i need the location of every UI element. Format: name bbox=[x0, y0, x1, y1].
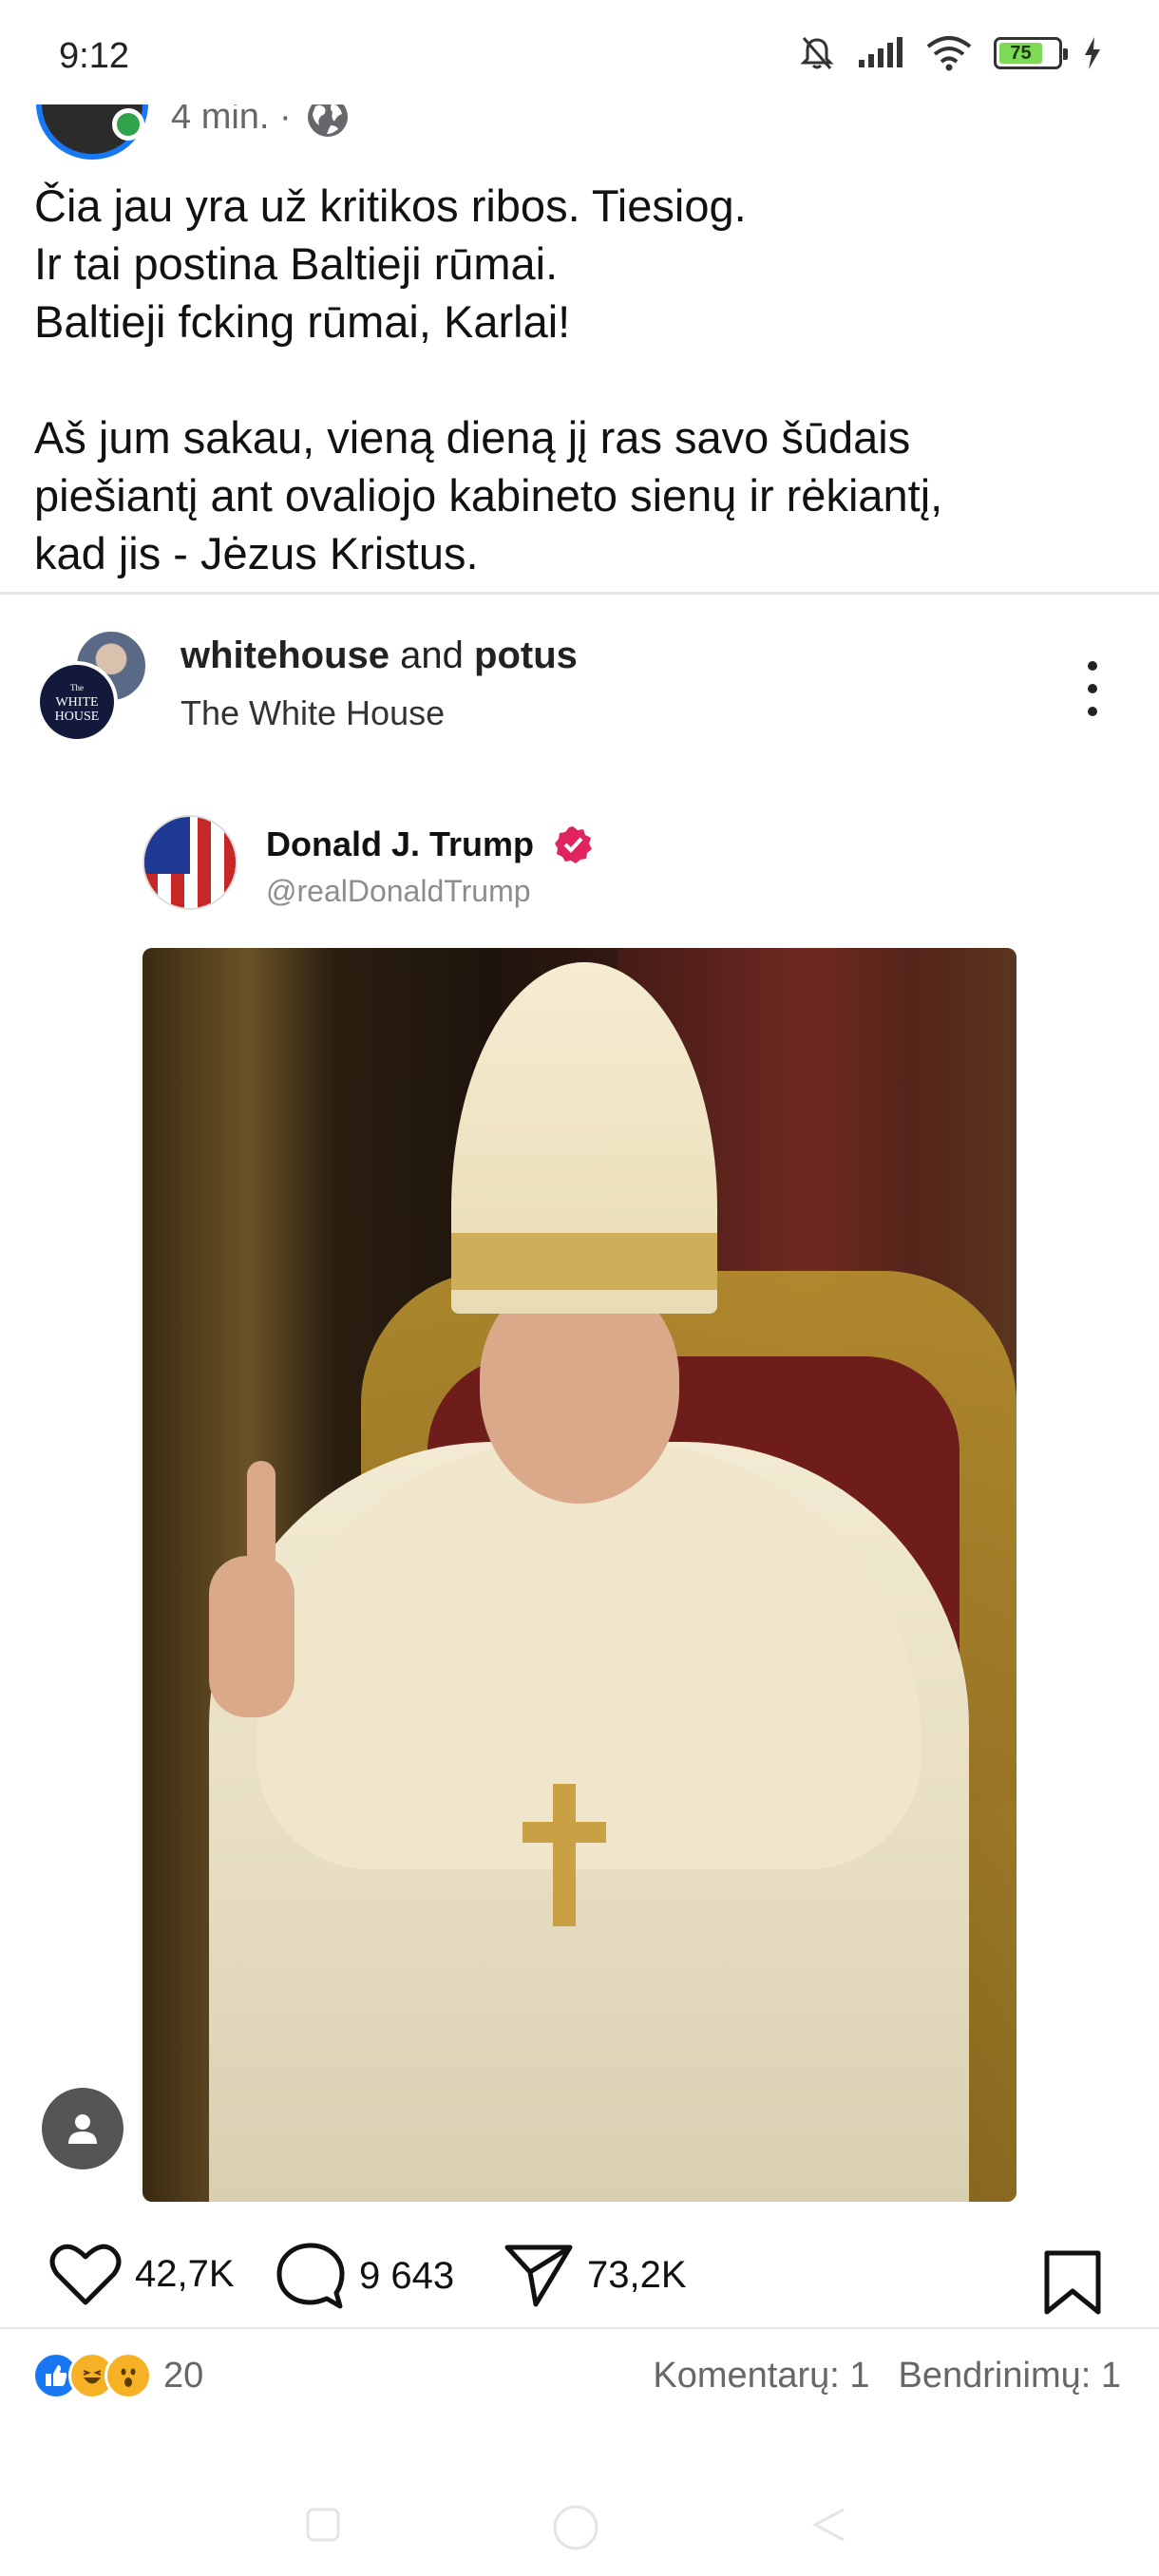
post-text: Čia jau yra už kritikos ribos. Tiesiog. … bbox=[34, 180, 943, 578]
engagement-stats: Komentarų: 1 Bendrinimų: 1 bbox=[653, 2356, 1121, 2396]
image-mitre-band bbox=[451, 1233, 717, 1290]
more-dot bbox=[1088, 661, 1097, 671]
shared-post-header: The WHITE HOUSE whitehouse and potus The… bbox=[0, 617, 1159, 760]
heart-icon bbox=[49, 2244, 122, 2305]
shares-count-link[interactable]: Bendrinimų: 1 bbox=[899, 2356, 1121, 2396]
online-status-dot bbox=[112, 108, 144, 141]
comment-count: 9 643 bbox=[359, 2254, 455, 2297]
whitehouse-avatar[interactable]: The WHITE HOUSE bbox=[36, 661, 118, 743]
more-dot bbox=[1088, 684, 1097, 693]
share-count: 73,2K bbox=[587, 2253, 687, 2296]
more-options-button[interactable] bbox=[1074, 655, 1112, 722]
person-icon bbox=[68, 2114, 97, 2144]
divider bbox=[0, 592, 1159, 595]
comment-icon bbox=[276, 2243, 345, 2309]
tweet-author-name: Donald J. Trump bbox=[266, 824, 535, 863]
logo-text-line: HOUSE bbox=[54, 709, 100, 724]
status-time: 9:12 bbox=[59, 36, 129, 76]
like-count: 42,7K bbox=[135, 2252, 235, 2295]
battery-icon: 75 bbox=[994, 37, 1068, 69]
account-joiner: and bbox=[400, 635, 464, 676]
reactions-summary[interactable]: 20 bbox=[32, 2352, 203, 2399]
home-icon[interactable] bbox=[547, 2504, 604, 2551]
share-button[interactable]: 73,2K bbox=[504, 2242, 687, 2308]
tweet-author-handle: @realDonaldTrump bbox=[266, 874, 531, 908]
shared-subtitle: The White House bbox=[180, 693, 446, 732]
tweet-author-avatar bbox=[142, 815, 238, 910]
status-icons: 75 bbox=[798, 34, 1102, 72]
bell-off-icon bbox=[800, 37, 834, 69]
verified-badge-icon bbox=[555, 826, 592, 863]
comment-button[interactable]: 9 643 bbox=[276, 2242, 454, 2310]
shared-accounts-title[interactable]: whitehouse and potus bbox=[180, 635, 578, 677]
back-icon[interactable] bbox=[808, 2504, 849, 2546]
logo-text-line: WHITE bbox=[55, 694, 99, 710]
logo-text-line: The bbox=[70, 682, 84, 692]
like-button[interactable]: 42,7K bbox=[49, 2242, 235, 2306]
account-name-whitehouse[interactable]: whitehouse bbox=[180, 635, 390, 676]
comments-count-link[interactable]: Komentarų: 1 bbox=[653, 2356, 869, 2396]
image-cross bbox=[553, 1784, 576, 1926]
reaction-count: 20 bbox=[163, 2355, 204, 2396]
status-bar: 9:12 75 bbox=[0, 0, 1159, 104]
battery-level: 75 bbox=[999, 43, 1042, 64]
send-icon bbox=[504, 2245, 573, 2307]
tweet-image[interactable] bbox=[142, 948, 1016, 2202]
image-cross-bar bbox=[522, 1822, 606, 1843]
navigation-bar bbox=[0, 2470, 1159, 2576]
more-dot bbox=[1088, 707, 1097, 716]
action-bar: 42,7K 9 643 73,2K bbox=[0, 2242, 1159, 2327]
recent-apps-icon[interactable] bbox=[302, 2504, 344, 2546]
profile-button[interactable] bbox=[42, 2088, 124, 2169]
account-name-potus[interactable]: potus bbox=[474, 635, 578, 676]
signal-icon bbox=[859, 37, 902, 67]
bookmark-icon[interactable] bbox=[1043, 2249, 1102, 2316]
charging-icon bbox=[1085, 37, 1100, 69]
divider bbox=[0, 2327, 1159, 2329]
image-hand bbox=[209, 1556, 294, 1717]
wifi-icon bbox=[926, 36, 972, 71]
wow-reaction-icon bbox=[104, 2352, 152, 2399]
